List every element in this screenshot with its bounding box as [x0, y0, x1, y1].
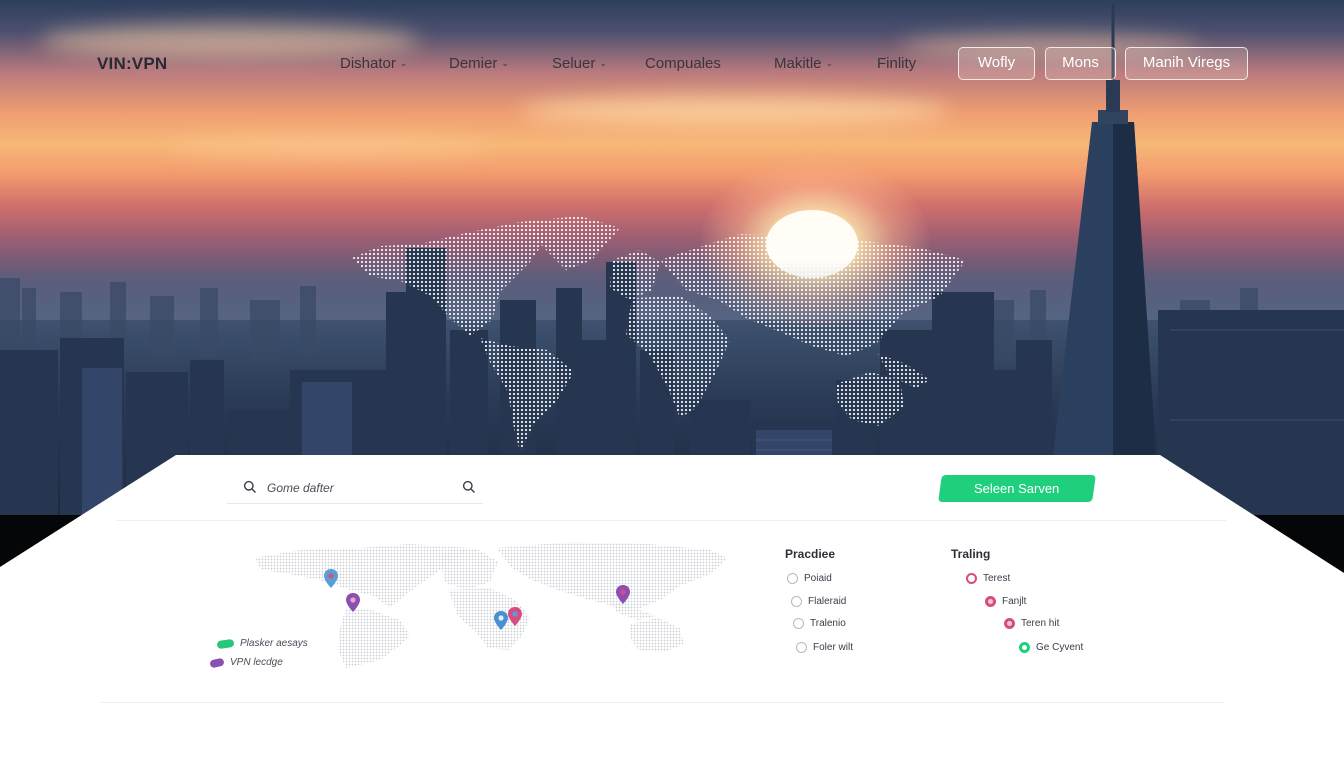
nav-item-dishator[interactable]: Dishator ⌄ — [340, 55, 407, 72]
option-label: Flaleraid — [808, 596, 847, 607]
radio-icon — [1019, 642, 1030, 653]
nav-item-compuales[interactable]: Compuales — [645, 55, 721, 72]
option-label: Fanjlt — [1002, 596, 1027, 607]
nav-item-label: Compuales — [645, 55, 721, 72]
nav-item-label: Makitle — [774, 55, 822, 72]
option-tralenio[interactable]: Tralenio — [793, 618, 846, 629]
option-terest[interactable]: Terest — [966, 573, 1010, 584]
option-label: Poiaid — [804, 573, 832, 584]
select-server-button[interactable]: Seleen Sarven — [938, 475, 1096, 502]
mons-button[interactable]: Mons — [1045, 47, 1116, 80]
nav-item-finlity[interactable]: Finlity — [877, 55, 916, 72]
brand-logo[interactable]: VIN:VPN — [97, 54, 167, 74]
select-server-label: Seleen Sarven — [974, 481, 1060, 496]
search-icon — [243, 480, 256, 493]
radio-icon — [985, 596, 996, 607]
option-label: Teren hit — [1021, 618, 1060, 629]
nav-item-label: Finlity — [877, 55, 917, 72]
chevron-down-icon: ⌄ — [501, 58, 509, 68]
search-value: Gome dafter — [267, 481, 334, 495]
radio-icon — [1004, 618, 1015, 629]
radio-icon — [793, 618, 804, 629]
column-title-traling: Traling — [951, 547, 991, 561]
nav-item-label: Seluer — [552, 55, 596, 72]
option-flaleraid[interactable]: Flaleraid — [791, 596, 846, 607]
legend-item-plasker: Plasker aesays — [216, 638, 308, 649]
nav-item-makitle[interactable]: Makitle ⌄ — [774, 55, 833, 72]
search-icon[interactable] — [462, 480, 476, 494]
option-label: Foler wilt — [813, 642, 854, 653]
column-title-pracdiee: Pracdiee — [785, 547, 836, 561]
option-ge-cyvent[interactable]: Ge Cyvent — [1019, 642, 1083, 653]
top-navbar: VIN:VPN Dishator ⌄ Demier ⌄ Seluer ⌄ Compua… — [0, 0, 1344, 120]
divider — [116, 520, 1226, 521]
nav-item-label: Dishator — [340, 55, 396, 72]
chevron-down-icon: ⌄ — [825, 58, 834, 68]
option-fanjlt[interactable]: Fanjlt — [985, 596, 1026, 607]
option-label: Ge Cyvent — [1036, 642, 1084, 653]
search-input[interactable]: Gome dafter — [227, 474, 483, 504]
legend-label: VPN lecdge — [230, 657, 283, 668]
location-pin-icon[interactable] — [344, 592, 362, 614]
option-label: Tralenio — [810, 618, 846, 629]
legend-item-vpn: VPN lecdge — [209, 657, 283, 668]
option-foler-wilt[interactable]: Foler wilt — [796, 642, 853, 653]
wofly-button[interactable]: Wofly — [958, 47, 1035, 80]
option-teren-hit[interactable]: Teren hit — [1004, 618, 1059, 629]
option-poiaid[interactable]: Poiaid — [787, 573, 832, 584]
option-label: Terest — [983, 573, 1011, 584]
divider — [100, 702, 1224, 703]
location-pin-icon[interactable] — [614, 584, 632, 606]
radio-icon — [791, 596, 802, 607]
chevron-down-icon: ⌄ — [599, 58, 607, 68]
purple-dot-icon — [209, 657, 225, 668]
nav-item-demier[interactable]: Demier ⌄ — [449, 55, 509, 72]
location-pin-icon[interactable] — [322, 568, 340, 590]
chevron-down-icon: ⌄ — [399, 58, 408, 68]
radio-icon — [787, 573, 798, 584]
nav-item-seluer[interactable]: Seluer ⌄ — [552, 55, 607, 72]
radio-icon — [796, 642, 807, 653]
green-dot-icon — [216, 638, 235, 649]
radio-icon — [966, 573, 977, 584]
server-world-map — [254, 542, 728, 668]
nav-item-label: Demier — [449, 55, 498, 72]
location-pin-icon[interactable] — [506, 606, 524, 628]
manih-viregs-button[interactable]: Manih Viregs — [1125, 47, 1248, 80]
legend-label: Plasker aesays — [240, 638, 308, 649]
